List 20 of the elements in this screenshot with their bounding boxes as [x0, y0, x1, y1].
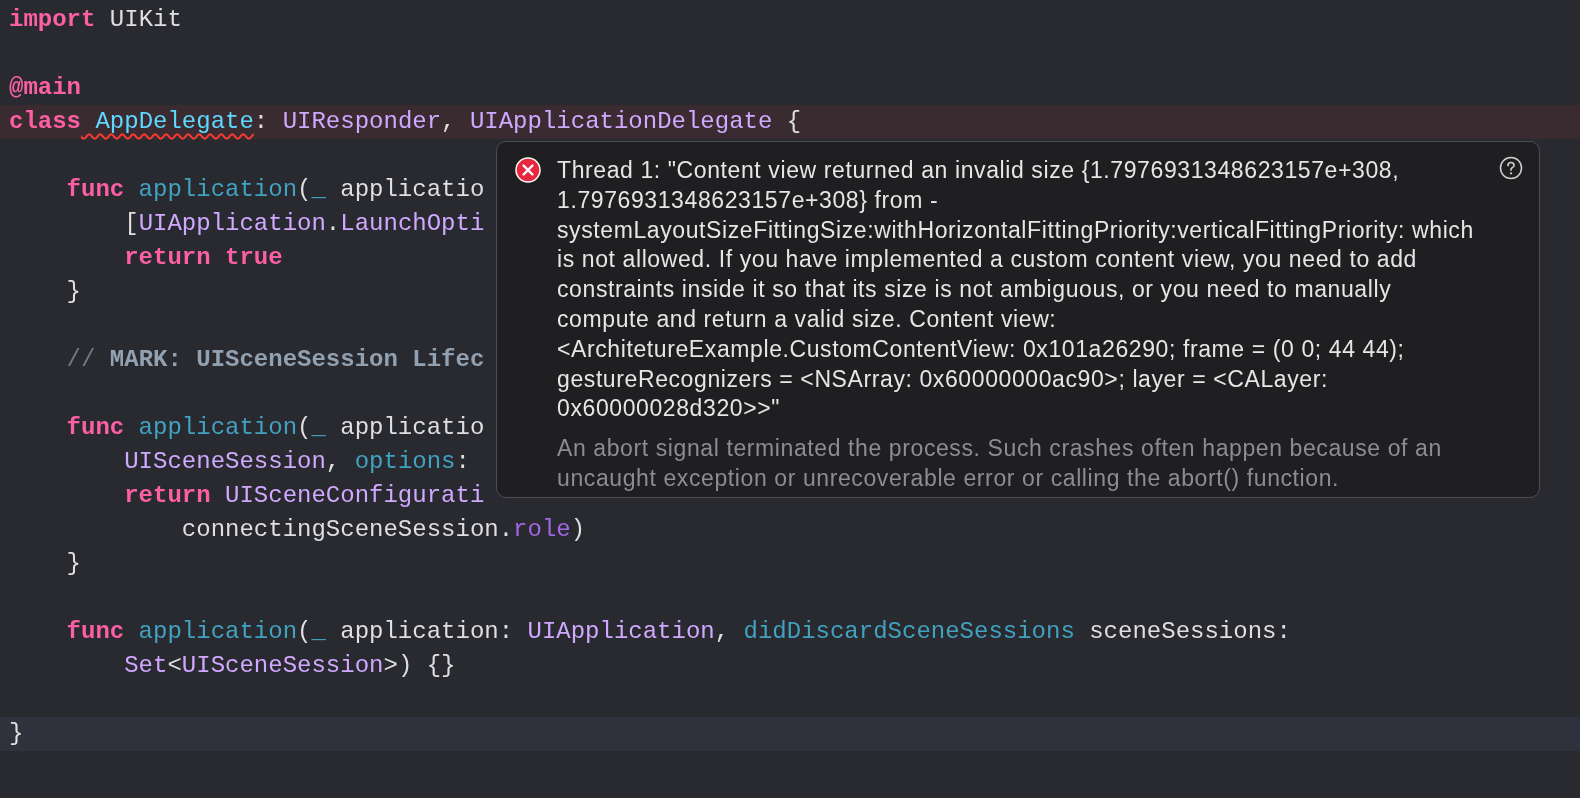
error-message: Thread 1: "Content view returned an invalid size {1.7976931348623157e+308, 1.7976931348623157e+308} from -systemLayoutSizeFittingSize:withHorizontalFittingPriority:verticalFittingPriority: which is not allowed. If you have implemented a custom content view, you need to add constraints inside it so that its size is not ambiguous, or you need to manually compute and return a valid size. Content view: <ArchitetureExample.CustomContentView: 0x101a26290; frame = (0 0; 44 44); gestureRecognizers = <NSArray: 0x60000000ac90>; layer = <CALayer: 0x60000028d320>>"	[557, 156, 1475, 424]
code-line: return true	[123, 244, 283, 271]
code-line: }	[9, 720, 24, 747]
help-icon[interactable]	[1499, 156, 1523, 180]
code-line: }	[65, 278, 81, 305]
code-line: UISceneSession, options:	[123, 448, 470, 475]
code-line: @main	[9, 74, 81, 101]
code-line: // MARK: UISceneSession Lifec	[65, 346, 485, 373]
code-line: import UIKit	[9, 6, 182, 33]
code-line: func application(_ applicatio	[65, 176, 485, 203]
code-line: func application(_ applicatio	[65, 414, 485, 441]
error-icon	[515, 157, 541, 183]
code-line: class AppDelegate: UIResponder, UIApplicationDelegate {	[9, 108, 802, 135]
code-line: [UIApplication.LaunchOpti	[123, 210, 485, 237]
code-line: func application(_ application: UIApplication, didDiscardSceneSessions sceneSessions:	[65, 618, 1291, 645]
code-line: return UISceneConfigurati	[123, 482, 485, 509]
code-line: Set<UISceneSession>) {}	[123, 652, 456, 679]
code-line: connectingSceneSession.role)	[180, 516, 586, 543]
code-line: }	[65, 550, 81, 577]
error-detail: An abort signal terminated the process. Such crashes often happen because of an uncaught exception or unrecoverable error or calling the abort() function.	[557, 434, 1443, 493]
